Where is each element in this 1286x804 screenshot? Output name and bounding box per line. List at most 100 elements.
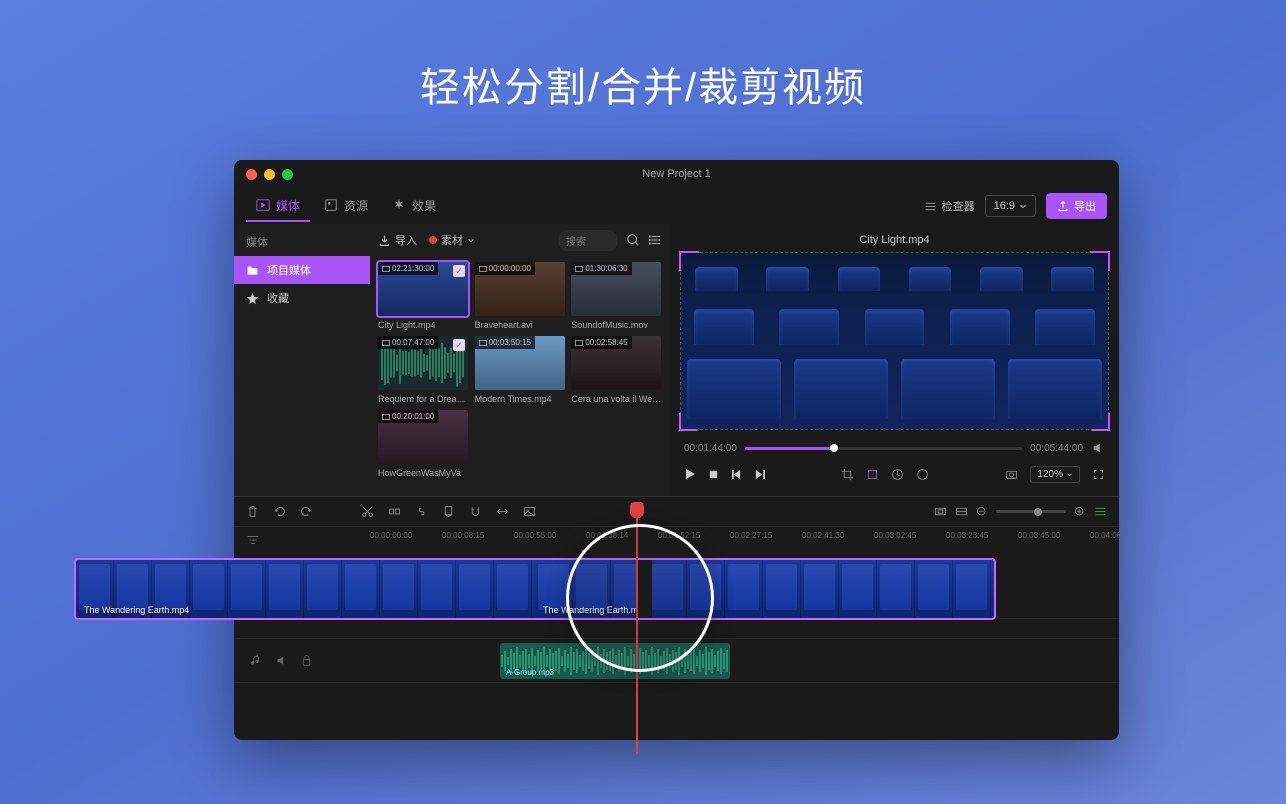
audio-clip[interactable]: A-Group.mp3: [500, 643, 730, 679]
titlebar: New Project 1: [234, 160, 1119, 188]
chevron-down-icon: [467, 236, 475, 244]
timeline-settings-icon[interactable]: [1094, 505, 1107, 518]
volume-icon[interactable]: [1091, 441, 1105, 455]
chevron-down-icon: [1066, 471, 1073, 478]
preview-controls: 120%: [680, 460, 1109, 488]
mute-icon[interactable]: [275, 654, 288, 667]
export-button[interactable]: 导出: [1046, 193, 1107, 219]
zoom-out-icon[interactable]: [976, 506, 988, 518]
media-item[interactable]: 00:20:01:00 HowGreenWasMyVa: [378, 410, 468, 478]
media-item[interactable]: 00:00:00:00 Braveheart.avi: [475, 262, 565, 330]
tab-assets[interactable]: 资源: [314, 191, 378, 222]
link-icon[interactable]: [415, 505, 428, 518]
next-frame-icon[interactable]: [754, 469, 765, 480]
sidebar-item-project-media[interactable]: 项目媒体: [234, 256, 370, 284]
media-toolbar: 导入 素材 搜索: [370, 224, 670, 256]
audio-track-head: [234, 654, 370, 667]
tabbar: 媒体 资源 效果 检查器 16:9 导出: [234, 188, 1119, 224]
tab-media-label: 媒体: [276, 197, 300, 214]
traffic-lights: [246, 169, 293, 180]
clip-name-2: The Wandering Earth.mp4: [543, 605, 648, 615]
maximize-button[interactable]: [282, 169, 293, 180]
zoom-select[interactable]: 120%: [1030, 466, 1080, 483]
timeline-ruler[interactable]: 00:00:00:0000:00:08:1500:00:55:0000:01:3…: [234, 527, 1119, 551]
material-label: 素材: [441, 232, 463, 248]
sidebar-project-label: 项目媒体: [267, 262, 311, 278]
search-icon[interactable]: [626, 233, 640, 247]
snapshot-icon[interactable]: [1005, 468, 1018, 481]
inspector-button[interactable]: 检查器: [924, 198, 975, 214]
zoom-slider[interactable]: [996, 510, 1066, 513]
zoom-value: 120%: [1037, 469, 1063, 480]
tab-assets-label: 资源: [344, 197, 368, 214]
tab-effects[interactable]: 效果: [382, 191, 446, 222]
magnet-icon[interactable]: [469, 505, 482, 518]
progress-bar[interactable]: [745, 447, 1022, 450]
cut-icon[interactable]: [361, 505, 374, 518]
search-placeholder: 搜索: [566, 233, 586, 248]
zoom-in-icon[interactable]: [1074, 506, 1086, 518]
inspector-icon: [924, 200, 937, 213]
redo-icon[interactable]: [300, 505, 313, 518]
export-label: 导出: [1074, 198, 1096, 214]
music-icon[interactable]: [250, 654, 263, 667]
app-window: New Project 1 媒体 资源 效果 检查器 16:9: [234, 160, 1119, 740]
play-icon[interactable]: [684, 468, 696, 480]
import-icon: [378, 234, 391, 247]
crop-tool-icon[interactable]: [866, 468, 879, 481]
filter-icon[interactable]: [246, 533, 260, 547]
star-icon: [246, 292, 259, 305]
minimize-button[interactable]: [264, 169, 275, 180]
undo-icon[interactable]: [273, 505, 286, 518]
playhead[interactable]: [636, 504, 638, 754]
assets-icon: [324, 198, 338, 212]
media-item[interactable]: 00:07:47:00 Requiem for a Dream.mp3: [378, 336, 468, 404]
search-input[interactable]: 搜索: [558, 230, 618, 251]
stop-icon[interactable]: [708, 469, 719, 480]
split-icon[interactable]: [388, 505, 401, 518]
hero-title: 轻松分割/合并/裁剪视频: [0, 0, 1286, 113]
delete-icon[interactable]: [246, 505, 259, 518]
tab-effects-label: 效果: [412, 197, 436, 214]
fit-icon[interactable]: [934, 505, 947, 518]
clip-name-1: The Wandering Earth.mp4: [84, 605, 189, 615]
audio-track[interactable]: A-Group.mp3: [234, 639, 1119, 683]
import-button[interactable]: 导入: [378, 232, 417, 248]
fullscreen-icon[interactable]: [1092, 468, 1105, 481]
list-view-icon[interactable]: [648, 233, 662, 247]
media-icon: [256, 198, 270, 212]
time-total: 00:05:44:00: [1030, 443, 1083, 454]
material-button[interactable]: 素材: [429, 232, 475, 248]
aspect-ratio-button[interactable]: 16:9: [985, 195, 1036, 217]
media-grid: 02:21:30:00 City Light.mp4 00:00:00:00 B…: [370, 256, 670, 496]
lock-icon[interactable]: [300, 654, 313, 667]
sidebar-favorites-label: 收藏: [267, 290, 289, 306]
marker-icon[interactable]: [442, 505, 455, 518]
prev-frame-icon[interactable]: [731, 469, 742, 480]
media-item[interactable]: 00:02:58:45 Cera una volta il West.mp4: [571, 336, 661, 404]
video-clip[interactable]: The Wandering Earth.mp4 The Wandering Ea…: [74, 558, 996, 620]
crop-icon[interactable]: [841, 468, 854, 481]
sidebar-item-favorites[interactable]: 收藏: [234, 284, 370, 312]
preview-title: City Light.mp4: [680, 232, 1109, 252]
tab-media[interactable]: 媒体: [246, 191, 310, 222]
media-item[interactable]: 00:03:50:15 Modern Times.mp4: [475, 336, 565, 404]
sidebar: 媒体 项目媒体 收藏: [234, 224, 370, 496]
inspector-label: 检查器: [942, 198, 975, 214]
spacer-track: [234, 619, 1119, 639]
expand-icon[interactable]: [496, 505, 509, 518]
preview-canvas[interactable]: [680, 252, 1109, 430]
image-icon[interactable]: [523, 505, 536, 518]
playbar: 00:01:44:00 00:05:44:00: [680, 436, 1109, 460]
aspect-label: 16:9: [994, 200, 1015, 212]
sidebar-head: 媒体: [234, 230, 370, 256]
media-item[interactable]: 01:30:06:30 SoundofMusic.mov: [571, 262, 661, 330]
media-item[interactable]: 02:21:30:00 City Light.mp4: [378, 262, 468, 330]
time-current: 00:01:44:00: [684, 443, 737, 454]
color-icon[interactable]: [916, 468, 929, 481]
folder-icon: [246, 264, 259, 277]
effects-icon: [392, 198, 406, 212]
fit-width-icon[interactable]: [955, 505, 968, 518]
speed-icon[interactable]: [891, 468, 904, 481]
close-button[interactable]: [246, 169, 257, 180]
